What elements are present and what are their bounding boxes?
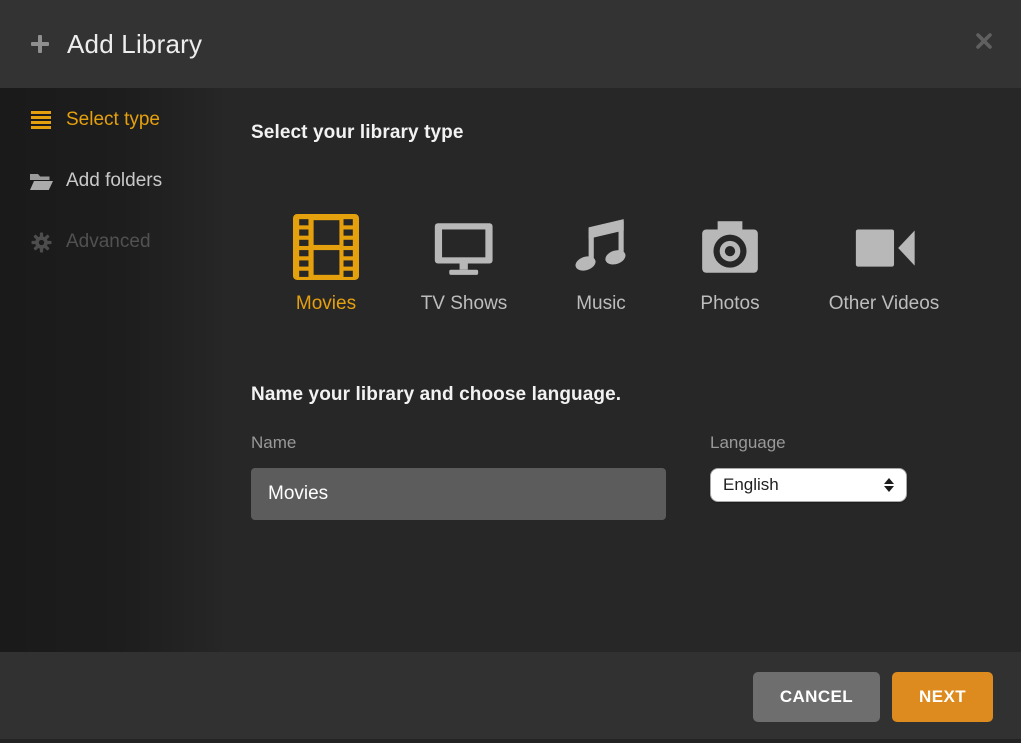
library-type-tv-shows[interactable]: TV Shows	[421, 214, 508, 315]
library-type-photos[interactable]: Photos	[697, 214, 763, 315]
dialog-header: Add Library	[0, 0, 1021, 88]
library-type-label: Photos	[700, 293, 759, 315]
sidebar-item-select-type[interactable]: Select type	[28, 105, 160, 135]
library-type-music[interactable]: Music	[568, 214, 634, 315]
dialog-bottom-edge	[0, 739, 1021, 743]
steps-sidebar: Select type Add folders	[0, 88, 222, 652]
library-type-label: Other Videos	[829, 293, 940, 315]
video-camera-icon	[851, 214, 917, 280]
tv-monitor-icon	[431, 214, 497, 280]
gear-icon	[28, 232, 54, 253]
cancel-button[interactable]: CANCEL	[753, 672, 880, 722]
section-title-library-type: Select your library type	[251, 122, 464, 144]
dialog-body: Select your library type Movies	[222, 88, 1021, 652]
library-type-label: Music	[576, 293, 626, 315]
plus-icon	[28, 32, 52, 56]
dialog-title: Add Library	[67, 29, 202, 60]
list-lines-icon	[28, 110, 54, 130]
sidebar-item-label: Add folders	[66, 170, 162, 192]
folder-open-icon	[28, 172, 54, 191]
music-note-icon	[568, 214, 634, 280]
close-icon[interactable]	[973, 30, 995, 52]
sidebar-item-add-folders[interactable]: Add folders	[28, 166, 162, 196]
library-type-other-videos[interactable]: Other Videos	[829, 214, 940, 315]
language-select[interactable]: English	[710, 468, 907, 502]
library-type-movies[interactable]: Movies	[293, 214, 359, 315]
section-title-name-language: Name your library and choose language.	[251, 384, 621, 406]
film-strip-icon	[293, 214, 359, 280]
language-select-value: English	[723, 475, 884, 495]
name-field-label: Name	[251, 433, 296, 453]
language-field-label: Language	[710, 433, 786, 453]
sidebar-item-label: Select type	[66, 109, 160, 131]
next-button[interactable]: NEXT	[892, 672, 993, 722]
sidebar-item-advanced: Advanced	[28, 227, 151, 257]
library-name-input[interactable]	[251, 468, 666, 520]
camera-icon	[697, 214, 763, 280]
dialog-footer: CANCEL NEXT	[0, 652, 1021, 743]
library-type-label: Movies	[296, 293, 356, 315]
library-type-label: TV Shows	[421, 293, 508, 315]
select-stepper-arrows-icon	[884, 478, 894, 492]
sidebar-item-label: Advanced	[66, 231, 151, 253]
